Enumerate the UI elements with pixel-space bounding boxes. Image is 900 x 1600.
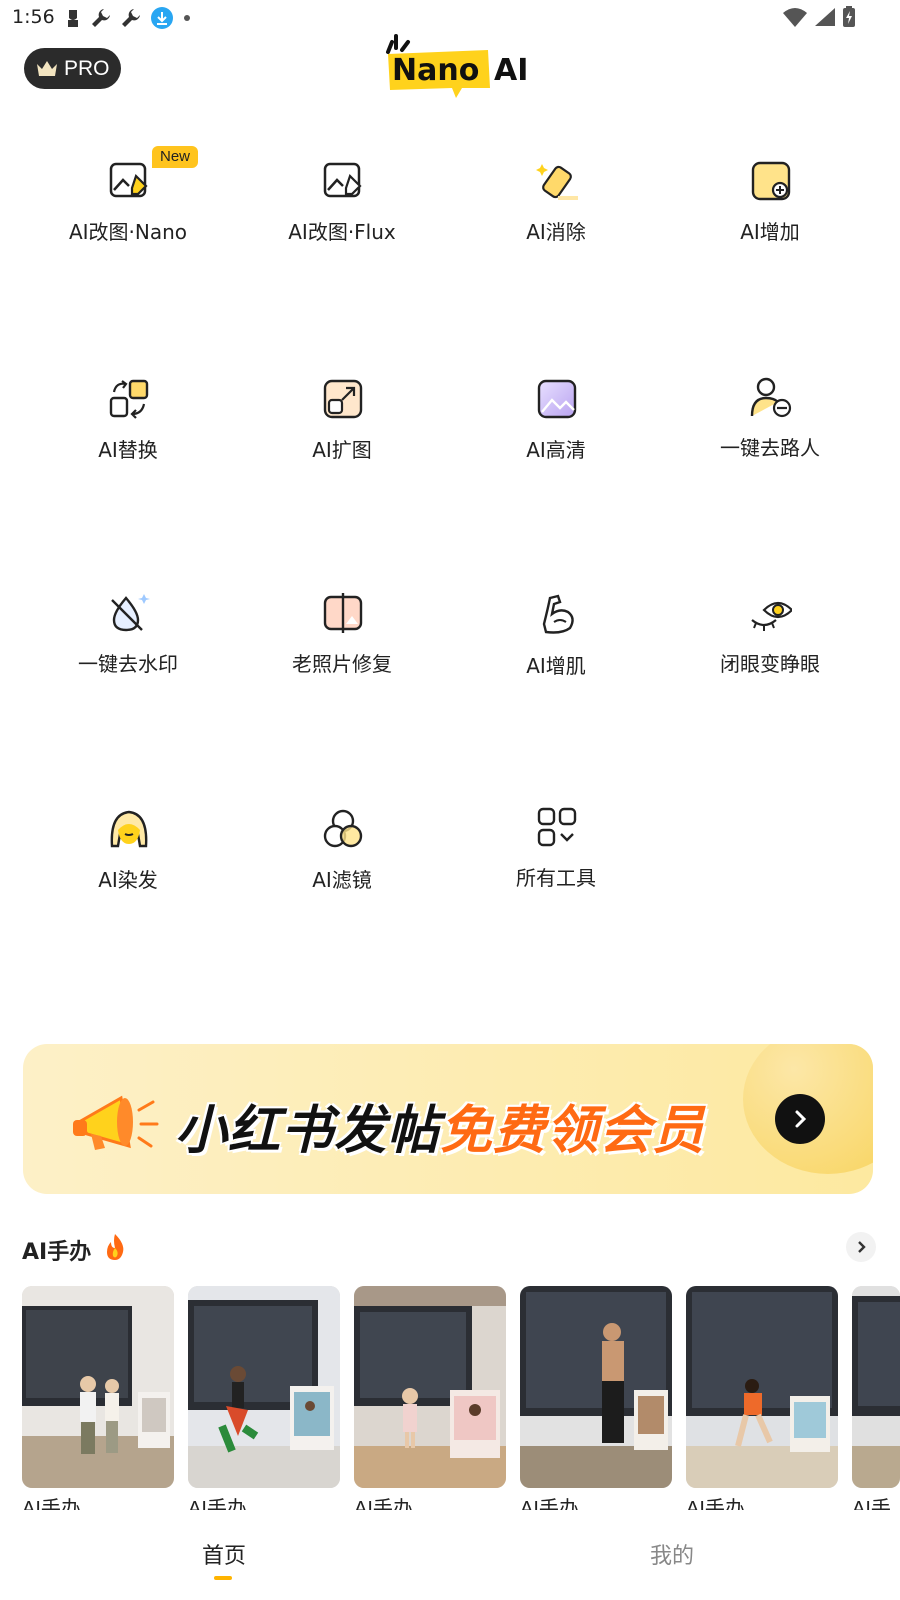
tool-ai-edit-flux[interactable]: AI改图·Flux	[236, 160, 448, 280]
nav-home[interactable]: 首页	[164, 1538, 284, 1570]
new-badge: New	[152, 146, 198, 168]
bottom-nav: 首页 我的	[0, 1512, 900, 1600]
image-edit-icon	[109, 162, 148, 198]
figure-card[interactable]: AI手	[852, 1286, 900, 1512]
tool-ai-add[interactable]: AI增加	[664, 160, 876, 280]
card-label: AI手办	[22, 1498, 81, 1510]
crown-icon	[37, 60, 57, 76]
tool-label: 一键去水印	[78, 652, 178, 676]
card-label: AI手办	[188, 1498, 247, 1510]
dot-icon	[184, 15, 190, 21]
battery-icon	[843, 6, 855, 27]
tool-label: AI增加	[740, 220, 800, 244]
card-image	[188, 1286, 340, 1488]
hd-image-icon	[537, 379, 577, 419]
figure-card[interactable]: AI手办	[354, 1286, 506, 1512]
logo-text-main: Nano	[392, 53, 479, 88]
figure-card[interactable]: AI手办	[188, 1286, 340, 1512]
figure-card[interactable]: AI手办	[686, 1286, 838, 1512]
tool-label: AI高清	[526, 438, 586, 462]
signal-icon	[815, 8, 835, 26]
tool-open-eyes[interactable]: 闭眼变睁眼	[664, 592, 876, 712]
card-label: AI手	[852, 1498, 891, 1510]
nav-mine[interactable]: 我的	[612, 1538, 732, 1570]
hair-icon	[110, 810, 148, 848]
card-label: AI手办	[354, 1498, 413, 1510]
status-time: 1:56	[12, 6, 55, 28]
card-label: AI手办	[520, 1498, 579, 1510]
tool-label: AI滤镜	[312, 868, 372, 892]
banner-arrow-button[interactable]	[775, 1094, 825, 1144]
tool-ai-erase[interactable]: AI消除	[450, 160, 662, 280]
download-icon	[151, 7, 173, 29]
pro-badge-button[interactable]: PRO	[24, 48, 121, 89]
wrench-icon	[92, 9, 110, 27]
card-image	[852, 1286, 900, 1488]
status-bar: 1:56	[0, 0, 900, 36]
tool-label: AI染发	[98, 868, 158, 892]
promo-banner[interactable]: 小红书发帖免费领会员	[23, 1044, 873, 1194]
tool-ai-replace[interactable]: AI替换	[22, 378, 234, 498]
tool-label: 一键去路人	[720, 436, 820, 460]
banner-title-orange: 免费领会员	[440, 1101, 706, 1161]
swap-icon	[109, 379, 149, 419]
tool-label: AI改图·Nano	[68, 220, 188, 244]
old-photo-icon	[323, 593, 363, 633]
tool-label: 闭眼变睁眼	[720, 652, 820, 676]
megaphone-icon	[73, 1095, 159, 1150]
tool-ai-filter[interactable]: AI滤镜	[236, 808, 448, 928]
tool-label: AI替换	[98, 438, 158, 462]
figure-card[interactable]: AI手办	[22, 1286, 174, 1512]
tool-ai-edit-nano[interactable]: New AI改图·Nano	[22, 146, 234, 280]
tool-ai-expand[interactable]: AI扩图	[236, 378, 448, 498]
card-image	[22, 1286, 174, 1488]
pro-label: PRO	[64, 56, 110, 80]
nav-active-indicator	[214, 1576, 232, 1580]
tool-label: 所有工具	[516, 866, 596, 890]
card-label: AI手办	[686, 1498, 745, 1510]
tool-ai-hd[interactable]: AI高清	[450, 378, 662, 498]
tool-label: AI扩图	[312, 438, 372, 462]
add-image-icon	[751, 161, 791, 201]
card-image	[686, 1286, 838, 1488]
tool-remove-watermark[interactable]: 一键去水印	[22, 592, 234, 712]
figure-card[interactable]: AI手办	[520, 1286, 672, 1512]
tool-ai-hair[interactable]: AI染发	[22, 808, 234, 928]
card-image	[520, 1286, 672, 1488]
app-logo: Nano AI	[382, 34, 542, 100]
tool-label: 老照片修复	[292, 652, 392, 676]
expand-icon	[323, 379, 363, 419]
eraser-icon	[536, 164, 578, 200]
image-edit-icon	[323, 162, 362, 198]
remove-watermark-icon	[111, 594, 150, 632]
tool-all-tools[interactable]: 所有工具	[450, 806, 662, 926]
tool-label: AI增肌	[526, 654, 586, 678]
logo-text-suffix: AI	[494, 53, 528, 88]
card-image	[354, 1286, 506, 1488]
tool-label: AI改图·Flux	[288, 220, 396, 244]
wifi-icon	[783, 8, 807, 27]
section-title: AI手办	[22, 1240, 92, 1265]
filter-icon	[323, 809, 363, 848]
tool-ai-muscle[interactable]: AI增肌	[450, 594, 662, 714]
all-tools-icon	[537, 807, 577, 847]
tool-old-photo[interactable]: 老照片修复	[236, 592, 448, 712]
section-more-button[interactable]	[846, 1232, 876, 1262]
fire-icon	[107, 1234, 124, 1260]
chevron-right-icon	[795, 1110, 807, 1128]
tool-label: AI消除	[526, 220, 586, 244]
banner-title-black: 小红书发帖	[175, 1101, 441, 1161]
wrench-icon	[122, 9, 140, 27]
muscle-icon	[542, 594, 574, 634]
person-status-icon	[68, 10, 78, 27]
tool-remove-person[interactable]: 一键去路人	[664, 376, 876, 496]
chevron-right-icon	[858, 1241, 866, 1253]
eye-icon	[751, 601, 792, 631]
remove-person-icon	[750, 377, 792, 418]
